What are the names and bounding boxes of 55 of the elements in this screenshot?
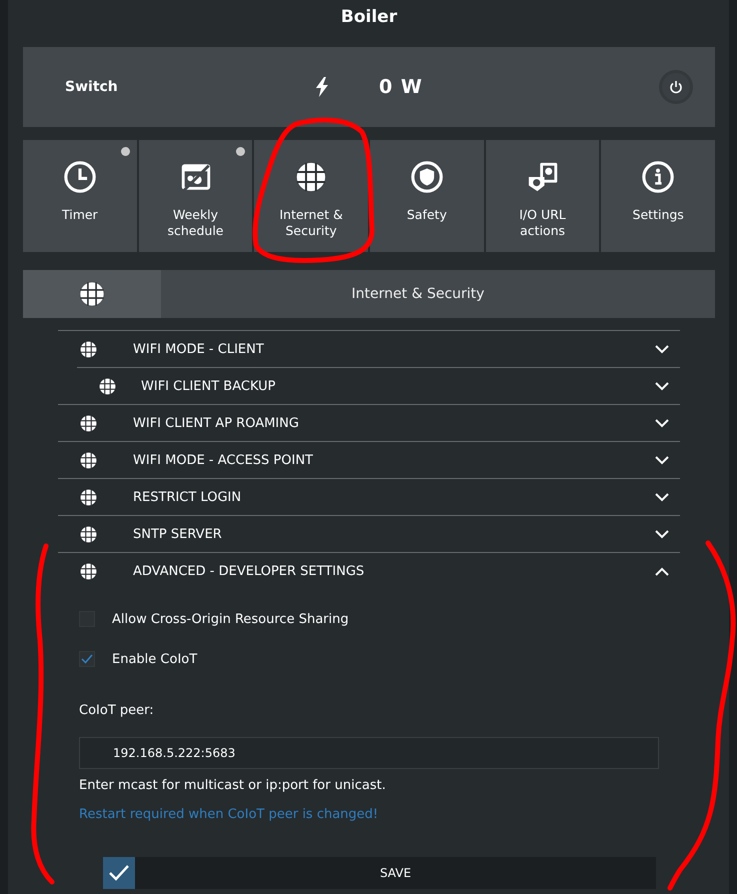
menu-tile[interactable]: Timer [23,140,137,252]
accordion-row[interactable]: WIFI CLIENT AP ROAMING [58,404,680,441]
accordion-label: WIFI CLIENT BACKUP [141,378,276,394]
accordion-row[interactable]: WIFI MODE - ACCESS POINT [58,441,680,478]
accordion-row[interactable]: WIFI CLIENT BACKUP [77,367,680,404]
peer-input-field[interactable]: 192.168.5.222:5683 [79,737,659,769]
power-button[interactable] [659,70,693,104]
info-icon [641,160,676,194]
restart-note: Restart required when CoIoT peer is changed! [79,806,380,824]
shield-icon [410,160,444,194]
accordion-row[interactable]: SNTP SERVER [58,515,680,552]
clock-icon [62,160,97,194]
globe-icon [79,562,98,580]
power-reading: 0 W [379,76,423,98]
globe-icon [79,340,98,358]
globe-icon [79,488,98,506]
menu-tile[interactable]: Weekly schedule [138,140,252,252]
globe-icon [79,414,98,432]
checkbox-label: Allow Cross-Origin Resource Sharing [112,612,349,626]
chevron-down-icon [655,382,669,390]
chevron-down-icon [655,456,669,464]
globe-icon [79,524,98,544]
section-title: Internet & Security [350,286,486,302]
chevron-down-icon [655,530,669,538]
page-title: Boiler [340,6,398,29]
accordion-label: RESTRICT LOGIN [133,490,242,504]
checkbox-label: Enable CoIoT [112,652,198,666]
check-icon [81,654,93,664]
accordion-row[interactable]: WIFI MODE - CLIENT [58,330,680,367]
accordion-row[interactable]: ADVANCED - DEVELOPER SETTINGS [58,552,680,589]
menu-tile[interactable]: I/O URL actions [486,140,600,252]
accordion-label: WIFI MODE - ACCESS POINT [133,452,314,468]
accordion-row[interactable]: RESTRICT LOGIN [58,478,680,515]
globe-icon [78,280,106,308]
hint-text: Enter mcast for multicast or ip:port for unicast. [79,777,387,795]
accordion-label: ADVANCED - DEVELOPER SETTINGS [133,564,366,578]
menu-tile[interactable]: Internet & Security [254,140,368,252]
globe-icon [98,376,117,396]
chevron-down-icon [655,418,669,428]
chevron-up-icon [655,566,669,576]
switch-label: Switch [65,79,119,95]
field-label: CoIoT peer: [79,702,155,720]
menu-tile[interactable]: Settings [601,140,716,252]
globe-icon [79,450,98,470]
checkbox[interactable] [79,651,95,667]
menu-tile[interactable]: Safety [370,140,484,252]
accordion-label: WIFI MODE - CLIENT [133,342,265,356]
lightning-icon [315,77,329,97]
check-icon [109,865,129,881]
accordion-label: WIFI CLIENT AP ROAMING [133,416,300,430]
save-button[interactable]: SAVE [135,857,656,889]
power-icon [669,80,683,94]
chevron-down-icon [655,344,669,354]
accordion-label: SNTP SERVER [133,526,223,542]
chevron-down-icon [655,492,669,502]
